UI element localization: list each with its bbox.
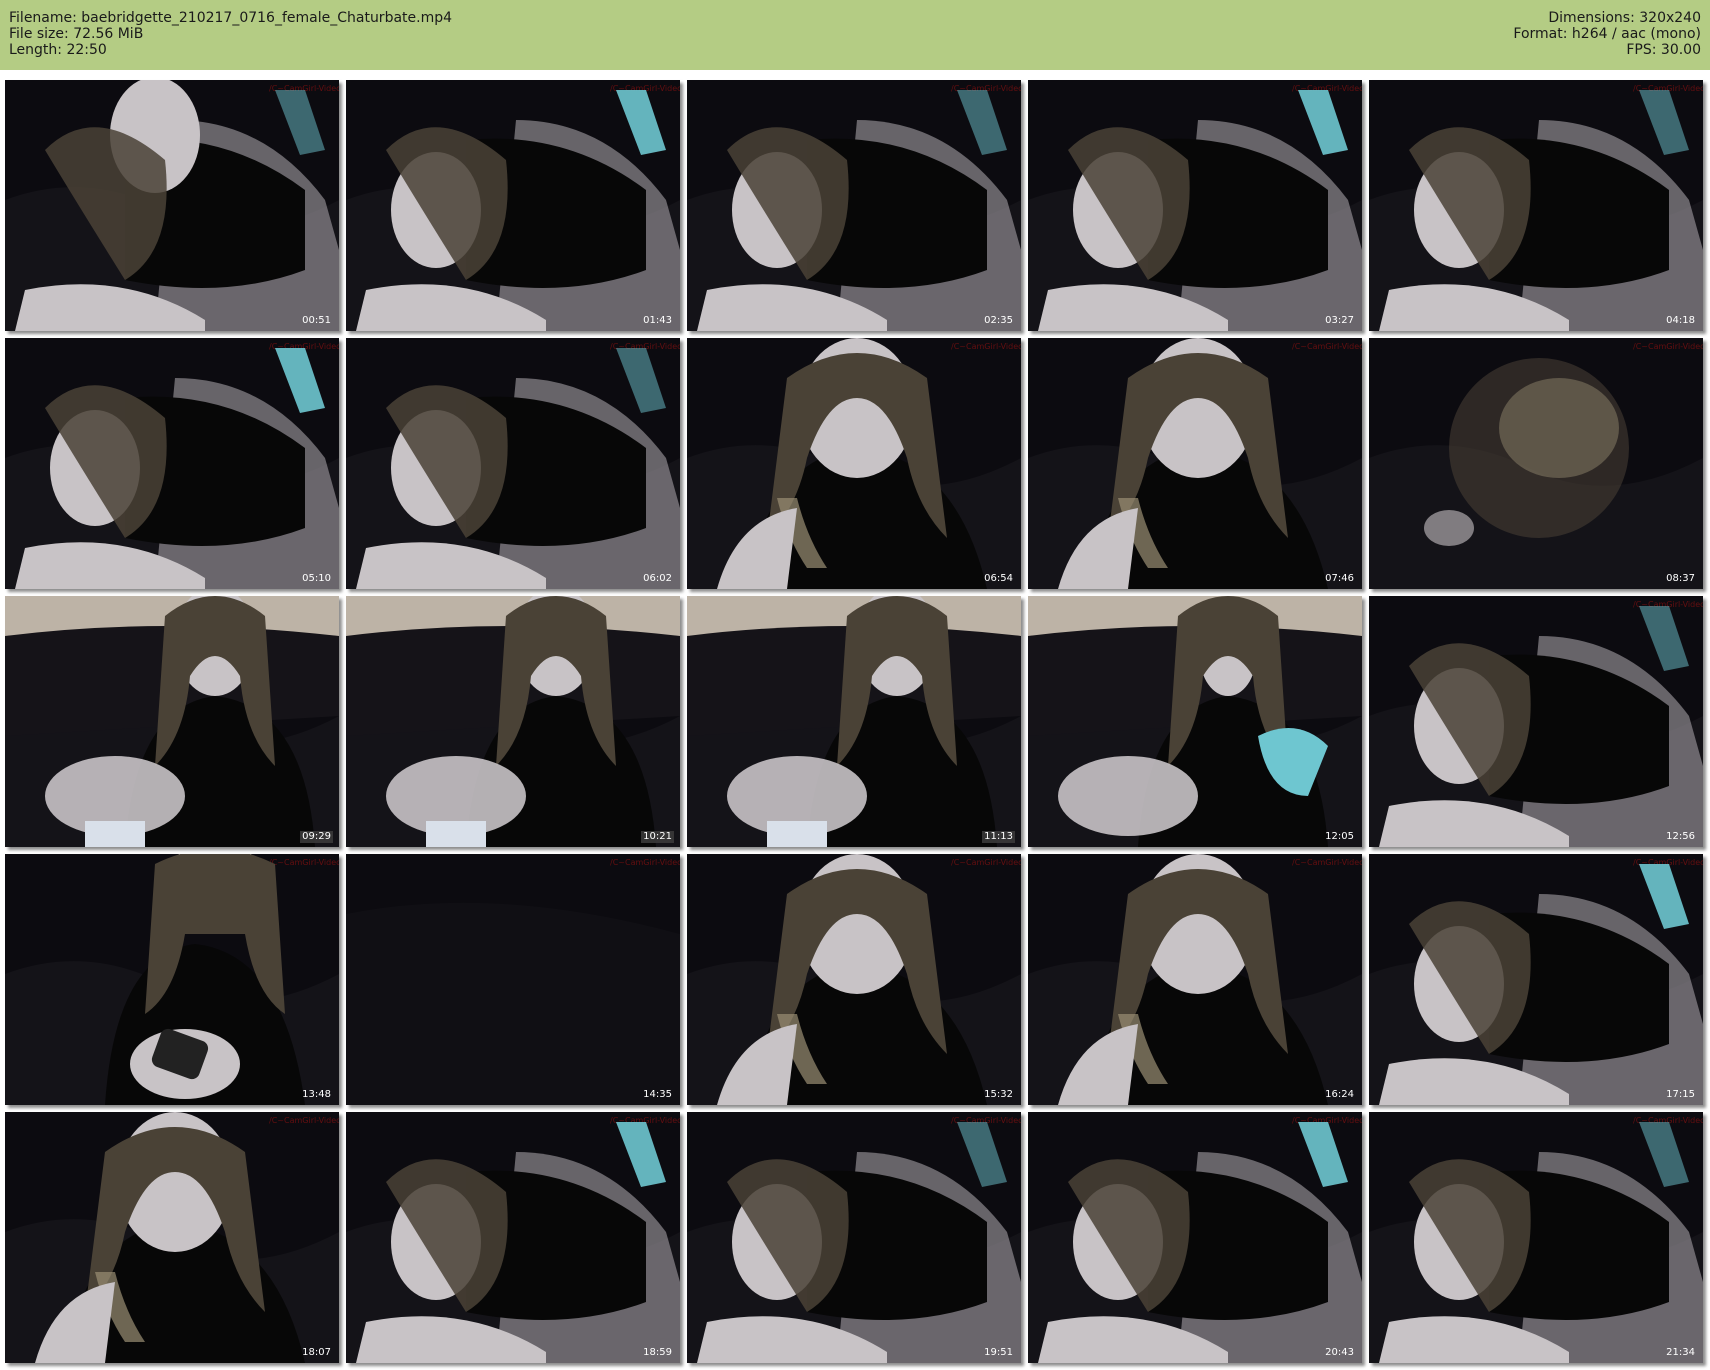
thumbnail-frame: /C~CamGirl-Videos.Org18:59 (346, 1112, 680, 1363)
thumbnail-image: /C~CamGirl-Videos.Org (346, 338, 680, 589)
thumbnail-image: /C~CamGirl-Videos.Org (1028, 80, 1362, 331)
thumbnail-frame: /C~CamGirl-Videos.Org 16:24 (1028, 854, 1362, 1105)
thumbnail-frame: /C~CamGirl-Videos.Org12:56 (1369, 596, 1703, 847)
thumbnail-image: /C~CamGirl-Videos.Org (346, 854, 680, 1105)
thumbnail-grid: /C~CamGirl-Videos.Org00:51/C~CamGirl-Vid… (0, 0, 1710, 1370)
thumbnail-timestamp: 06:54 (984, 573, 1013, 584)
thumbnail-timestamp: 02:35 (984, 315, 1013, 326)
thumbnail-frame: /C~CamGirl-Videos.Org02:35 (687, 80, 1021, 331)
thumbnail-timestamp: 15:32 (984, 1089, 1013, 1100)
thumbnail-timestamp: 00:51 (302, 315, 331, 326)
thumbnail-frame: /C~CamGirl-Videos.Org12:05 (1028, 596, 1362, 847)
thumbnail-frame: /C~CamGirl-Videos.Org04:18 (1369, 80, 1703, 331)
thumbnail-image: /C~CamGirl-Videos.Org (1028, 596, 1362, 847)
thumbnail-frame: /C~CamGirl-Videos.Org21:34 (1369, 1112, 1703, 1363)
thumbnail-image: /C~CamGirl-Videos.Org (1369, 80, 1703, 331)
thumbnail-image: /C~CamGirl-Videos.Org (1369, 1112, 1703, 1363)
thumbnail-timestamp: 03:27 (1325, 315, 1354, 326)
thumbnail-timestamp: 05:10 (302, 573, 331, 584)
thumbnail-image: /C~CamGirl-Videos.Org (5, 338, 339, 589)
thumbnail-timestamp: 08:37 (1666, 573, 1695, 584)
svg-text:/C~CamGirl-Videos.Org: /C~CamGirl-Videos.Org (951, 858, 1021, 867)
thumbnail-timestamp: 18:07 (302, 1347, 331, 1358)
thumbnail-timestamp: 19:51 (984, 1347, 1013, 1358)
thumbnail-timestamp: 18:59 (643, 1347, 672, 1358)
thumbnail-timestamp: 01:43 (643, 315, 672, 326)
thumbnail-timestamp: 21:34 (1666, 1347, 1695, 1358)
thumbnail-frame: /C~CamGirl-Videos.Org06:02 (346, 338, 680, 589)
thumbnail-frame: /C~CamGirl-Videos.Org 08:37 (1369, 338, 1703, 589)
thumbnail-image: /C~CamGirl-Videos.Org (5, 854, 339, 1105)
svg-text:/C~CamGirl-Videos.Org: /C~CamGirl-Videos.Org (269, 858, 339, 867)
svg-text:/C~CamGirl-Videos.Org: /C~CamGirl-Videos.Org (269, 1116, 339, 1125)
thumbnail-image: /C~CamGirl-Videos.Org (5, 1112, 339, 1363)
thumbnail-frame: /C~CamGirl-Videos.Org 14:35 (346, 854, 680, 1105)
thumbnail-frame: /C~CamGirl-Videos.Org 07:46 (1028, 338, 1362, 589)
thumbnail-timestamp: 11:13 (982, 831, 1015, 843)
thumbnail-image: /C~CamGirl-Videos.Org (5, 596, 339, 847)
thumbnail-frame: /C~CamGirl-Videos.Org09:29 (5, 596, 339, 847)
thumbnail-frame: /C~CamGirl-Videos.Org 15:32 (687, 854, 1021, 1105)
thumbnail-frame: /C~CamGirl-Videos.Org19:51 (687, 1112, 1021, 1363)
thumbnail-image: /C~CamGirl-Videos.Org (687, 338, 1021, 589)
thumbnail-image: /C~CamGirl-Videos.Org (1369, 854, 1703, 1105)
thumbnail-frame: /C~CamGirl-Videos.Org 13:48 (5, 854, 339, 1105)
thumbnail-frame: /C~CamGirl-Videos.Org00:51 (5, 80, 339, 331)
thumbnail-image: /C~CamGirl-Videos.Org (1369, 338, 1703, 589)
thumbnail-frame: /C~CamGirl-Videos.Org10:21 (346, 596, 680, 847)
thumbnail-image: /C~CamGirl-Videos.Org (346, 1112, 680, 1363)
thumbnail-frame: /C~CamGirl-Videos.Org17:15 (1369, 854, 1703, 1105)
thumbnail-image: /C~CamGirl-Videos.Org (687, 1112, 1021, 1363)
thumbnail-frame: /C~CamGirl-Videos.Org03:27 (1028, 80, 1362, 331)
svg-text:/C~CamGirl-Videos.Org: /C~CamGirl-Videos.Org (1292, 858, 1362, 867)
thumbnail-image: /C~CamGirl-Videos.Org (346, 80, 680, 331)
thumbnail-image: /C~CamGirl-Videos.Org (1028, 854, 1362, 1105)
thumbnail-frame: /C~CamGirl-Videos.Org11:13 (687, 596, 1021, 847)
thumbnail-image: /C~CamGirl-Videos.Org (687, 596, 1021, 847)
thumbnail-image: /C~CamGirl-Videos.Org (687, 80, 1021, 331)
thumbnail-image: /C~CamGirl-Videos.Org (1369, 596, 1703, 847)
thumbnail-timestamp: 09:29 (300, 831, 333, 843)
thumbnail-timestamp: 06:02 (643, 573, 672, 584)
thumbnail-image: /C~CamGirl-Videos.Org (5, 80, 339, 331)
thumbnail-frame: /C~CamGirl-Videos.Org 06:54 (687, 338, 1021, 589)
thumbnail-frame: /C~CamGirl-Videos.Org01:43 (346, 80, 680, 331)
thumbnail-timestamp: 10:21 (641, 831, 674, 843)
thumbnail-timestamp: 12:56 (1666, 831, 1695, 842)
thumbnail-timestamp: 07:46 (1325, 573, 1354, 584)
thumbnail-timestamp: 13:48 (302, 1089, 331, 1100)
thumbnail-timestamp: 20:43 (1325, 1347, 1354, 1358)
thumbnail-timestamp: 16:24 (1325, 1089, 1354, 1100)
svg-text:/C~CamGirl-Videos.Org: /C~CamGirl-Videos.Org (1292, 342, 1362, 351)
thumbnail-image: /C~CamGirl-Videos.Org (1028, 338, 1362, 589)
thumbnail-image: /C~CamGirl-Videos.Org (1028, 1112, 1362, 1363)
thumbnail-frame: /C~CamGirl-Videos.Org 18:07 (5, 1112, 339, 1363)
thumbnail-frame: /C~CamGirl-Videos.Org20:43 (1028, 1112, 1362, 1363)
svg-text:/C~CamGirl-Videos.Org: /C~CamGirl-Videos.Org (951, 342, 1021, 351)
thumbnail-timestamp: 17:15 (1666, 1089, 1695, 1100)
thumbnail-timestamp: 04:18 (1666, 315, 1695, 326)
thumbnail-timestamp: 12:05 (1325, 831, 1354, 842)
svg-text:/C~CamGirl-Videos.Org: /C~CamGirl-Videos.Org (610, 858, 680, 867)
svg-text:/C~CamGirl-Videos.Org: /C~CamGirl-Videos.Org (1633, 342, 1703, 351)
thumbnail-timestamp: 14:35 (643, 1089, 672, 1100)
thumbnail-image: /C~CamGirl-Videos.Org (346, 596, 680, 847)
thumbnail-image: /C~CamGirl-Videos.Org (687, 854, 1021, 1105)
thumbnail-frame: /C~CamGirl-Videos.Org05:10 (5, 338, 339, 589)
